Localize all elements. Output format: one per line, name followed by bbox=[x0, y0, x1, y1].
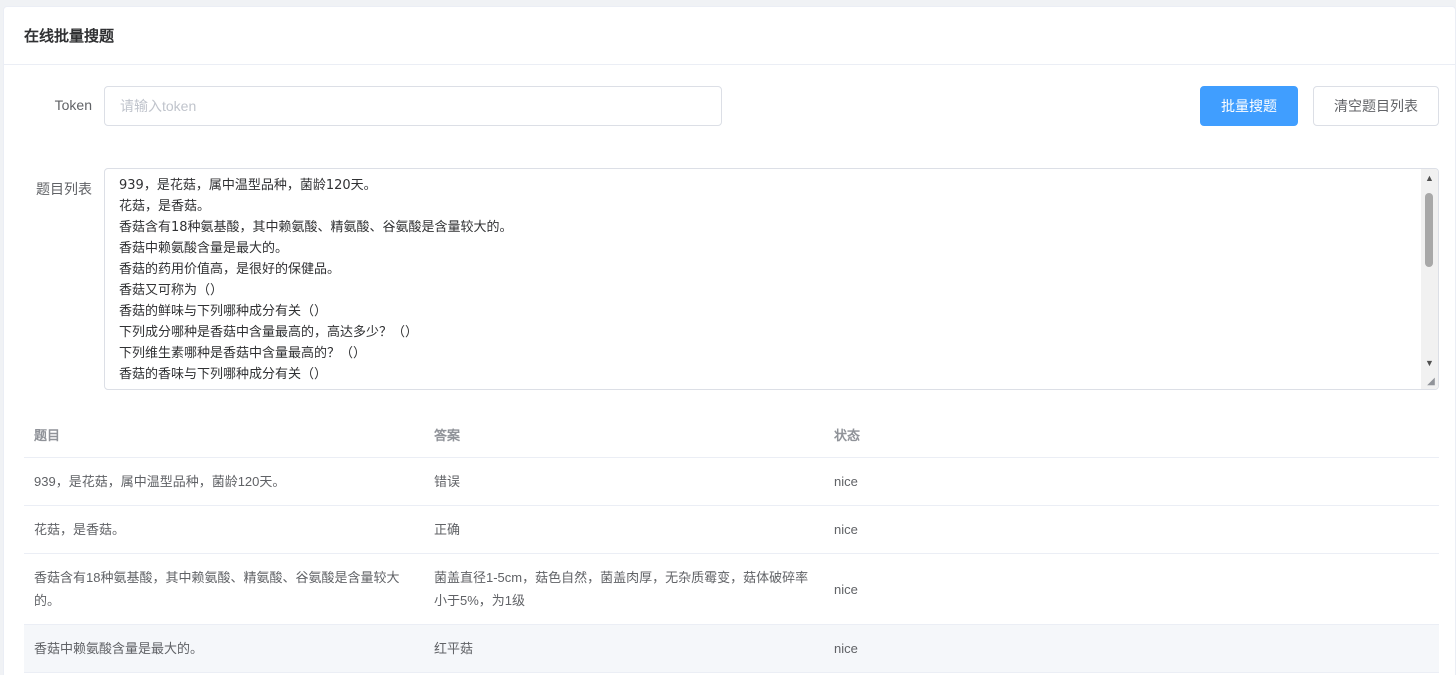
header-status: 状态 bbox=[834, 427, 861, 443]
scroll-down-icon[interactable]: ▼ bbox=[1421, 354, 1438, 371]
batch-search-card: 在线批量搜题 Token 批量搜题 清空题目列表 题目列表 939，是花菇，属中… bbox=[3, 6, 1456, 675]
textarea-scrollbar[interactable]: ▲ ▼ bbox=[1421, 169, 1438, 389]
results-table: 题目 答案 状态 939，是花菇，属中温型品种，菌龄120天。 错误 nice … bbox=[24, 413, 1439, 673]
table-row: 香菇含有18种氨基酸，其中赖氨酸、精氨酸、谷氨酸是含量较大的。 菌盖直径1-5c… bbox=[24, 554, 1439, 625]
question-line: 香菇又可称为（） bbox=[119, 283, 224, 298]
questions-label: 题目列表 bbox=[36, 181, 92, 197]
row-status: nice bbox=[834, 641, 858, 656]
row-answer: 正确 bbox=[434, 522, 461, 537]
header-answer: 答案 bbox=[434, 427, 461, 443]
row-question: 939，是花菇，属中温型品种，菌龄120天。 bbox=[34, 474, 286, 489]
page-title: 在线批量搜题 bbox=[24, 28, 115, 45]
card-header: 在线批量搜题 bbox=[4, 7, 1455, 65]
table-row: 香菇中赖氨酸含量是最大的。 红平菇 nice bbox=[24, 625, 1439, 673]
question-line: 下列成分哪种是香菇中含量最高的，高达多少？（） bbox=[119, 325, 419, 340]
row-answer: 红平菇 bbox=[434, 641, 474, 656]
token-label: Token bbox=[54, 97, 92, 113]
row-question: 香菇含有18种氨基酸，其中赖氨酸、精氨酸、谷氨酸是含量较大的。 bbox=[34, 570, 400, 608]
resize-handle-icon[interactable]: ◢ bbox=[1425, 376, 1437, 388]
row-status: nice bbox=[834, 581, 858, 597]
row-status: nice bbox=[834, 522, 858, 537]
row-status: nice bbox=[834, 474, 858, 489]
question-line: 花菇，是香菇。 bbox=[119, 199, 211, 214]
question-line: 下列维生素哪种是香菇中含量最高的？（） bbox=[119, 346, 367, 361]
table-header: 题目 答案 状态 bbox=[24, 413, 1439, 458]
token-input[interactable] bbox=[104, 86, 722, 126]
clear-list-button[interactable]: 清空题目列表 bbox=[1313, 86, 1439, 126]
question-line: 香菇含有18种氨基酸，其中赖氨酸、精氨酸、谷氨酸是含量较大的。 bbox=[119, 220, 513, 235]
question-line: 939，是花菇，属中温型品种，菌龄120天。 bbox=[119, 178, 377, 193]
question-line: 香菇的药用价值高，是很好的保健品。 bbox=[119, 262, 341, 277]
table-row: 花菇，是香菇。 正确 nice bbox=[24, 506, 1439, 554]
questions-text: 939，是花菇，属中温型品种，菌龄120天。 花菇，是香菇。香菇含有18种氨基酸，… bbox=[119, 175, 1418, 385]
scroll-thumb[interactable] bbox=[1425, 193, 1433, 267]
row-answer: 错误 bbox=[434, 474, 461, 489]
scroll-up-icon[interactable]: ▲ bbox=[1421, 169, 1438, 186]
table-row: 939，是花菇，属中温型品种，菌龄120天。 错误 nice bbox=[24, 458, 1439, 506]
question-line: 香菇的鲜味与下列哪种成分有关（） bbox=[119, 304, 328, 319]
header-question: 题目 bbox=[34, 427, 61, 443]
batch-search-button[interactable]: 批量搜题 bbox=[1200, 86, 1298, 126]
questions-textarea[interactable]: 939，是花菇，属中温型品种，菌龄120天。 花菇，是香菇。香菇含有18种氨基酸，… bbox=[104, 168, 1439, 390]
question-line: 香菇的香味与下列哪种成分有关（） bbox=[119, 367, 328, 382]
row-question: 花菇，是香菇。 bbox=[34, 522, 126, 537]
question-line: 香菇中赖氨酸含量是最大的。 bbox=[119, 241, 289, 256]
row-answer: 菌盖直径1-5cm，菇色自然，菌盖肉厚，无杂质霉变，菇体破碎率小于5%，为1级 bbox=[434, 570, 809, 608]
row-question: 香菇中赖氨酸含量是最大的。 bbox=[34, 641, 204, 656]
